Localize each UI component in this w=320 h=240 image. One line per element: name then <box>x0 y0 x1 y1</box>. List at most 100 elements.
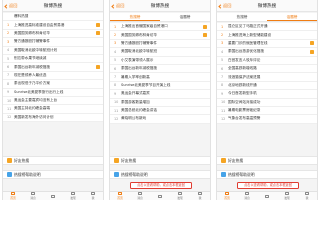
list-item[interactable]: 5 小艾表演带领人展示 <box>110 57 210 65</box>
list-item[interactable]: 10 泰国游客数量增加 <box>110 99 210 107</box>
hot-tag-icon <box>203 24 207 29</box>
topic-text: 美国主持北约峰会高端 <box>14 106 50 111</box>
help-section[interactable]: 热搜榜帮助说明 <box>217 170 317 179</box>
tab-hot-search[interactable]: 热搜榜 <box>217 13 267 21</box>
topic-text: 泰国游客数量增加 <box>121 99 150 104</box>
list-item[interactable]: 4 泰国出台旅游优化措施 <box>217 48 317 57</box>
topic-text: 流浪猫保护法案进展 <box>228 74 261 79</box>
tab-compose[interactable] <box>150 192 170 200</box>
tab-compose[interactable] <box>257 192 277 200</box>
list-item[interactable]: 9 Sunrise北美夏季旅行出行上线 <box>3 89 103 97</box>
topic-text: 警方通报殴打辅警事件 <box>121 40 157 45</box>
list-item[interactable]: 7 现在是领养人最优选 <box>3 72 103 81</box>
list-item[interactable]: 7 暑期入学率创新高 <box>110 73 210 82</box>
tab-me[interactable]: 我 <box>297 192 317 200</box>
list-item[interactable]: 1 上海推出首艘国家级自贸港口 <box>110 23 210 32</box>
list-item[interactable]: 7 流浪猫保护法案进展 <box>217 73 317 82</box>
list-item[interactable]: 5 别忘带水果节继续减 <box>3 55 103 64</box>
list-item[interactable]: 11 美国主持北约峰会高端 <box>3 105 103 114</box>
rank-number: 9 <box>221 91 224 96</box>
list-item[interactable]: 12 黄晓明公布新戏 <box>110 115 210 124</box>
friends-hot-section[interactable]: 好友热搜 <box>3 156 103 165</box>
list-item[interactable]: 3 警方通报殴打辅警事件 <box>3 38 103 47</box>
rank-number: 2 <box>221 33 224 38</box>
list-item[interactable]: 2 美国国务卿布林肯访华 <box>110 31 210 40</box>
title-bar: 返回 微博热搜 <box>3 0 103 12</box>
rank-number: 3 <box>114 41 117 46</box>
list-item[interactable]: 9 奥运会开幕式嘉宾 <box>110 90 210 99</box>
list-item[interactable]: 8 北京地铁新线开通 <box>217 82 317 91</box>
tab-label: 发现 <box>284 195 290 200</box>
list-item[interactable]: 6 泰国出台新年减税措施 <box>3 63 103 72</box>
hot-tag-icon <box>310 41 314 46</box>
hot-tag-icon <box>203 33 207 38</box>
tab-hot-search[interactable]: 热搜榜 <box>110 13 160 21</box>
tab-compose[interactable] <box>43 192 63 200</box>
bottom-tab-bar: 首页 消息 发现 我 <box>217 191 317 200</box>
tab-messages[interactable]: 消息 <box>130 192 150 200</box>
list-item[interactable]: 爆料热搜 <box>3 13 103 22</box>
help-section[interactable]: 热搜榜帮助说明 <box>110 170 210 179</box>
list-item[interactable]: 8 Sunrise北美夏季节目开演上线 <box>110 82 210 91</box>
hot-tag-icon <box>96 31 100 36</box>
list-item[interactable]: 11 美国总统北约峰会讲话 <box>110 107 210 116</box>
list-item[interactable]: 8 泰出现低于乃平价方案 <box>3 80 103 89</box>
list-item[interactable]: 11 暑期电影票房破纪录 <box>217 107 317 116</box>
tab-me[interactable]: 我 <box>190 192 210 200</box>
help-popup[interactable]: 点击以查看帮助，或点击本框返回 <box>130 182 192 189</box>
help-popup[interactable]: 点击以查看帮助，或点击本框返回 <box>237 182 299 189</box>
tab-label: 消息 <box>30 195 36 200</box>
topic-text: 警方通报殴打辅警事件 <box>14 39 50 44</box>
list-item[interactable]: 12 气象台发布高温预警 <box>217 115 317 124</box>
topic-text: 泰国出台旅游优化措施 <box>228 49 264 54</box>
list-item[interactable]: 2 上海推进海上新型储能建设 <box>217 31 317 40</box>
help-section[interactable]: 热搜榜帮助说明 <box>3 170 103 179</box>
list-item[interactable]: 6 泰国出台新年减税措施 <box>110 65 210 74</box>
rank-number: 5 <box>221 58 224 63</box>
topic-text: 北京地铁新线开通 <box>228 82 257 87</box>
rank-number: 12 <box>221 116 226 121</box>
topic-text: 美国国务卿布林肯访华 <box>14 30 50 35</box>
list-item[interactable]: 4 美国取消北欧中转航班 <box>110 48 210 57</box>
tab-discover[interactable]: 发现 <box>63 192 83 200</box>
list-item[interactable]: 10 奥运会主要嘉宾均没有上台 <box>3 97 103 106</box>
topic-text: 美国新发布海外访问计划 <box>14 114 54 119</box>
list-item[interactable]: 12 美国新发布海外访问计划 <box>3 114 103 123</box>
friends-hot-section[interactable]: 好友热搜 <box>110 156 210 165</box>
tab-home[interactable]: 首页 <box>110 192 130 200</box>
list-item[interactable]: 9 今日首发新型手机 <box>217 90 317 99</box>
list-item[interactable]: 4 美国取消北欧中转航班计划 <box>3 47 103 55</box>
tab-me[interactable]: 我 <box>83 192 103 200</box>
tab-label: 我 <box>198 195 202 200</box>
tab-topic[interactable]: 话题榜 <box>267 13 317 21</box>
rank-number: 3 <box>221 41 224 46</box>
section-label: 热搜榜帮助说明 <box>228 171 255 177</box>
tab-messages[interactable]: 消息 <box>23 192 43 200</box>
tab-home[interactable]: 首页 <box>217 192 237 200</box>
list-item[interactable]: 6 全国高铁新增线路 <box>217 65 317 74</box>
tab-home[interactable]: 首页 <box>3 192 23 200</box>
tab-messages[interactable]: 消息 <box>237 192 257 200</box>
list-item[interactable]: 1 昆仑区见丁马路正式开通 <box>217 23 317 32</box>
page-title: 微博热搜 <box>43 4 63 9</box>
rank-number: 6 <box>7 65 10 70</box>
friends-hot-section[interactable]: 好友热搜 <box>217 156 317 165</box>
help-icon <box>221 172 226 177</box>
rank-number: 4 <box>7 48 10 53</box>
phone-screen-1: 返回 微博热搜 爆料热搜 1 上海推进高标准建设自由贸易港 2 美国国务卿布林肯访华… <box>2 0 104 200</box>
list-item[interactable]: 2 美国国务卿布林肯访华 <box>3 30 103 39</box>
list-item[interactable]: 10 国际空间站对接成功 <box>217 99 317 107</box>
list-item[interactable]: 5 白宫发言人驳斥评论 <box>217 57 317 65</box>
rank-number: 6 <box>221 66 224 71</box>
list-item[interactable]: 3 警方通报殴打辅警事件 <box>110 40 210 49</box>
list-item[interactable]: 3 重要门诊的就医管理在线 <box>217 40 317 49</box>
topic-text: 黄晓明公布新戏 <box>121 116 147 121</box>
tab-discover[interactable]: 发现 <box>277 192 297 200</box>
topic-text: 别忘带水果节继续减 <box>14 56 47 61</box>
rank-number: 11 <box>114 108 119 113</box>
tab-topic[interactable]: 话题榜 <box>160 13 210 21</box>
list-item[interactable]: 1 上海推进高标准建设自由贸易港 <box>3 21 103 30</box>
topic-text: 小艾表演带领人展示 <box>121 57 154 62</box>
page-title: 微博热搜 <box>257 4 277 9</box>
tab-discover[interactable]: 发现 <box>170 192 190 200</box>
